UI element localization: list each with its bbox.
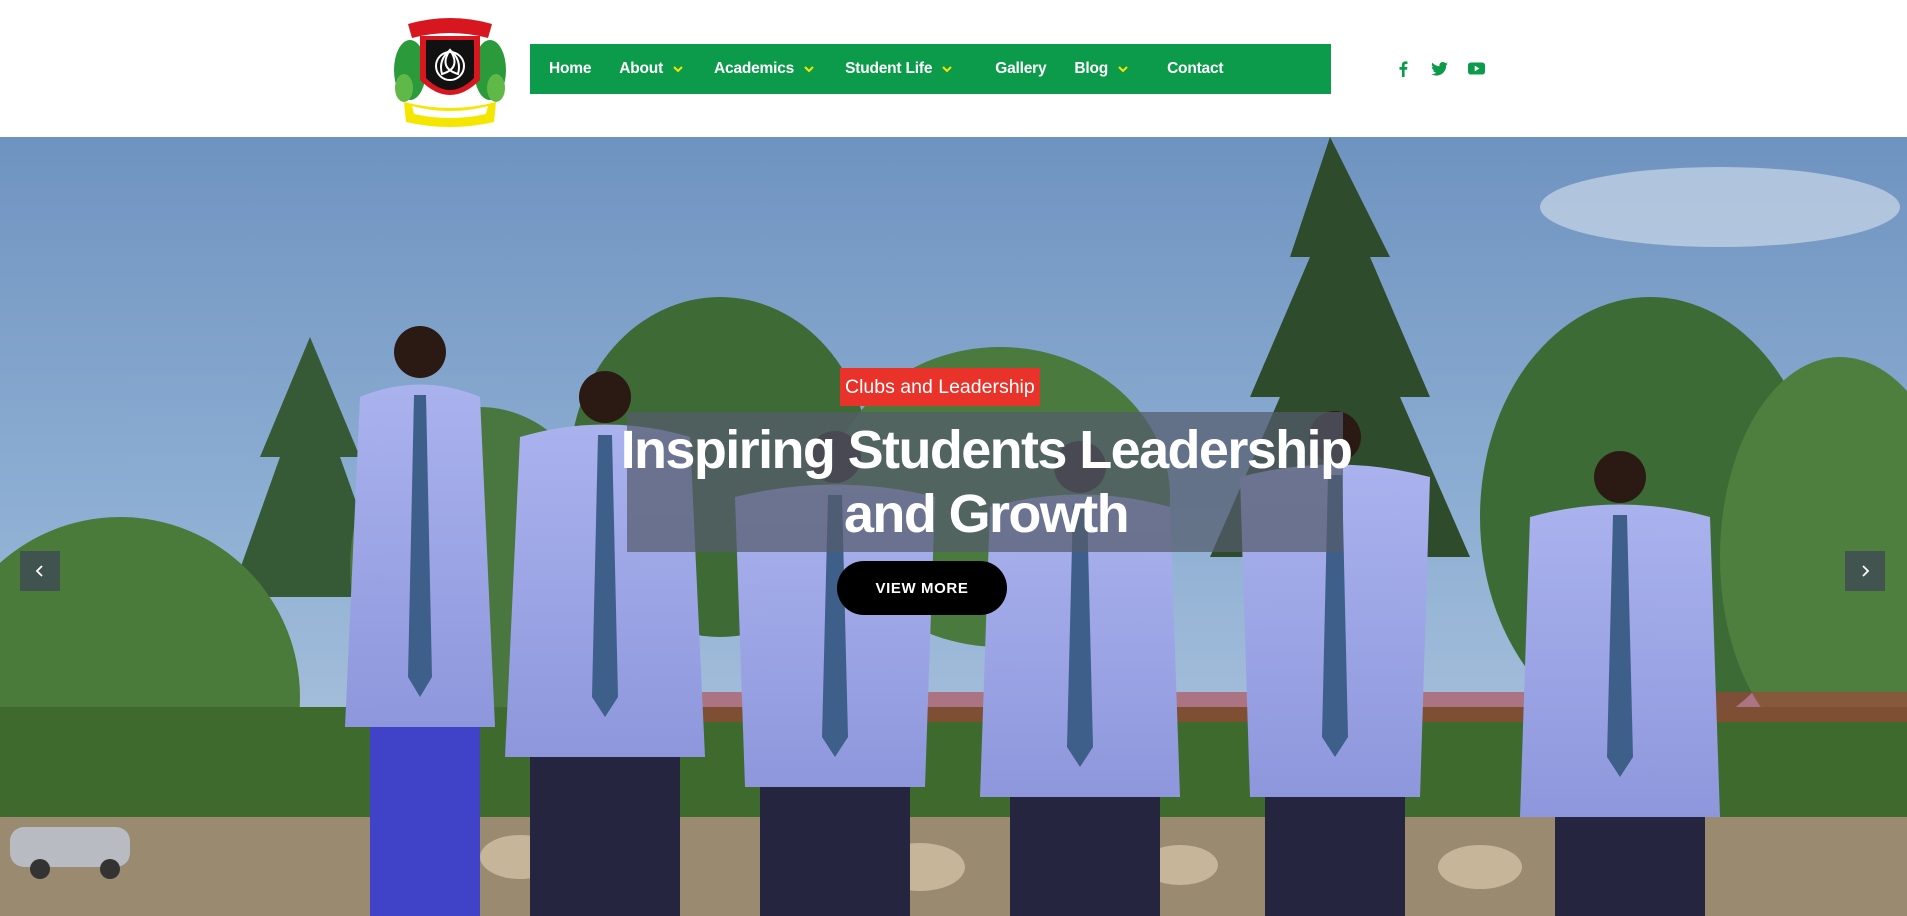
chevron-down-icon bbox=[804, 66, 814, 73]
headline-line-2: and Growth bbox=[844, 484, 1130, 544]
nav-gallery[interactable]: Gallery bbox=[995, 60, 1046, 78]
crest-icon bbox=[394, 18, 506, 127]
nav-contact-label: Contact bbox=[1167, 60, 1224, 77]
nav-blog-label: Blog bbox=[1074, 60, 1109, 77]
nav-student-life-label: Student Life bbox=[845, 60, 933, 77]
chevron-left-icon bbox=[35, 565, 43, 577]
social-links bbox=[1392, 58, 1487, 79]
badge-label: Clubs and Leadership bbox=[845, 375, 1035, 398]
nav-about[interactable]: About bbox=[619, 60, 684, 78]
nav-about-label: About bbox=[619, 60, 664, 77]
nav-student-life[interactable]: Student Life bbox=[845, 60, 953, 78]
nav-contact[interactable]: Contact bbox=[1167, 60, 1223, 78]
view-more-button[interactable]: VIEW MORE bbox=[837, 561, 1007, 615]
chevron-down-icon bbox=[673, 66, 683, 73]
slider-next-button[interactable] bbox=[1845, 551, 1885, 591]
main-nav: Home About Academics Student Life Galler… bbox=[530, 44, 1331, 94]
chevron-right-icon bbox=[1862, 565, 1870, 577]
nav-blog[interactable]: Blog bbox=[1074, 60, 1129, 78]
site-header: Home About Academics Student Life Galler… bbox=[0, 0, 1907, 137]
nav-academics[interactable]: Academics bbox=[714, 60, 815, 78]
slider-prev-button[interactable] bbox=[20, 551, 60, 591]
nav-home-label: Home bbox=[549, 60, 592, 77]
nav-academics-label: Academics bbox=[714, 60, 795, 77]
headline-line-1: Inspiring Students Leadership bbox=[620, 420, 1353, 480]
slide-category-badge: Clubs and Leadership bbox=[840, 368, 1040, 406]
nav-gallery-label: Gallery bbox=[995, 60, 1047, 77]
chevron-down-icon bbox=[1118, 66, 1128, 73]
view-more-label: VIEW MORE bbox=[875, 579, 969, 597]
youtube-link[interactable] bbox=[1466, 58, 1487, 79]
facebook-icon bbox=[1398, 60, 1407, 77]
nav-home[interactable]: Home bbox=[549, 60, 591, 78]
twitter-link[interactable] bbox=[1429, 58, 1450, 79]
college-logo[interactable] bbox=[390, 10, 510, 128]
chevron-down-icon bbox=[942, 66, 952, 73]
youtube-icon bbox=[1468, 62, 1485, 75]
twitter-icon bbox=[1431, 61, 1448, 76]
facebook-link[interactable] bbox=[1392, 58, 1413, 79]
slide-headline: Inspiring Students Leadership and Growth bbox=[600, 418, 1372, 546]
